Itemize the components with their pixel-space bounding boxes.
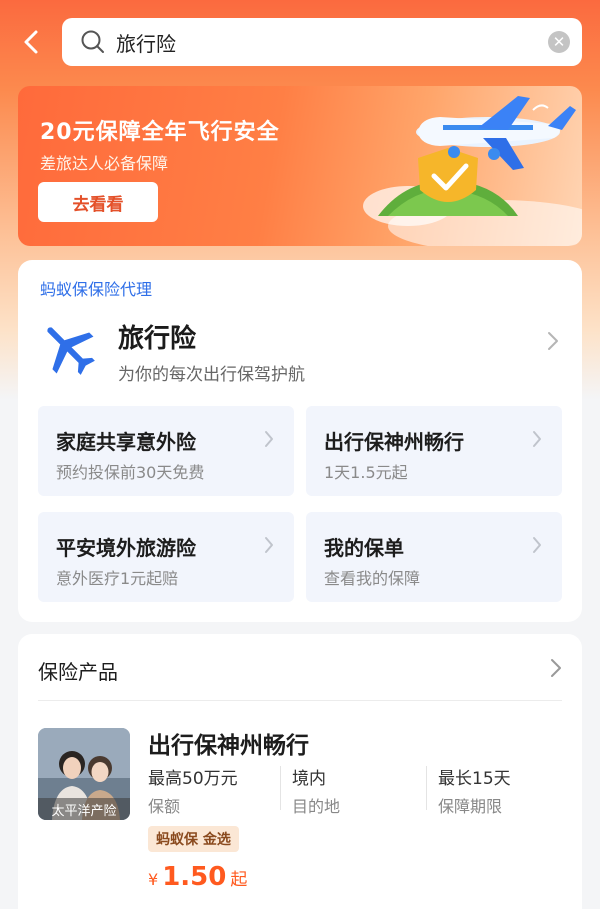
price-currency: ¥: [148, 870, 159, 889]
stat-value: 最高50万元: [148, 769, 238, 789]
airplane-icon: [47, 327, 95, 375]
banner-title: 20元保障全年飞行安全: [40, 120, 280, 145]
product-image[interactable]: 太平洋产险: [38, 728, 130, 820]
product-price: ¥1.50 起: [148, 862, 247, 892]
promo-banner[interactable]: 20元保障全年飞行安全 差旅达人必备保障 去看看: [18, 86, 582, 246]
airplane-shield-illustration: [363, 96, 582, 246]
tile-title: 出行保神州畅行: [324, 430, 464, 454]
products-header[interactable]: 保险产品: [38, 656, 118, 685]
divider: [38, 700, 562, 701]
back-button[interactable]: [14, 24, 50, 60]
stat-coverage: 最高50万元 保额: [148, 764, 238, 817]
tile-subtitle: 预约投保前30天免费: [56, 463, 205, 482]
tile-my-policies[interactable]: 我的保单 查看我的保障: [306, 512, 562, 602]
banner-subtitle: 差旅达人必备保障: [40, 154, 169, 173]
chevron-right-icon[interactable]: [546, 330, 560, 352]
search-input[interactable]: 旅行险 ✕: [62, 18, 582, 66]
stat-divider: [280, 766, 281, 810]
tile-title: 家庭共享意外险: [56, 430, 196, 454]
gold-select-badge: 蚂蚁保 金选: [148, 826, 239, 852]
chevron-right-icon: [533, 537, 541, 553]
tile-subtitle: 1天1.5元起: [324, 463, 408, 482]
stat-period: 最长15天 保障期限: [438, 764, 511, 817]
travel-insurance-card: 蚂蚁保保险代理 旅行险 为你的每次出行保驾护航 家庭共享意外险 预约投保前30天…: [18, 260, 582, 622]
tile-pingan-overseas[interactable]: 平安境外旅游险 意外医疗1元起赔: [38, 512, 294, 602]
product-name[interactable]: 出行保神州畅行: [148, 726, 309, 760]
stat-destination: 境内 目的地: [292, 764, 340, 817]
search-query: 旅行险: [116, 31, 176, 56]
price-amount: 1.50: [162, 862, 227, 892]
chevron-right-icon: [265, 537, 273, 553]
chevron-right-icon: [533, 431, 541, 447]
stat-divider: [426, 766, 427, 810]
clear-icon[interactable]: ✕: [548, 31, 570, 53]
stat-label: 目的地: [292, 797, 341, 816]
tile-title: 我的保单: [324, 536, 404, 560]
travel-title[interactable]: 旅行险: [118, 318, 196, 355]
chevron-left-icon: [24, 30, 38, 54]
tile-shenzhou-travel[interactable]: 出行保神州畅行 1天1.5元起: [306, 406, 562, 496]
travel-subtitle: 为你的每次出行保驾护航: [118, 365, 305, 385]
stat-label: 保障期限: [438, 797, 503, 816]
chevron-right-icon[interactable]: [550, 658, 562, 678]
search-icon: [81, 30, 104, 53]
stat-value: 境内: [292, 769, 326, 789]
top-bar: 旅行险 ✕: [0, 0, 600, 84]
price-unit: 起: [230, 870, 248, 890]
tile-title: 平安境外旅游险: [56, 536, 196, 560]
insurer-tag: 太平洋产险: [38, 798, 130, 820]
tile-family-accident[interactable]: 家庭共享意外险 预约投保前30天免费: [38, 406, 294, 496]
insurance-products-card: 保险产品 太平洋产险 出行保神州畅行 最高50万元 保额 境内 目的地 最长15…: [18, 634, 582, 909]
agent-label: 蚂蚁保保险代理: [40, 280, 153, 299]
tile-subtitle: 意外医疗1元起赔: [56, 569, 179, 588]
tile-subtitle: 查看我的保障: [324, 569, 421, 588]
banner-go-button[interactable]: 去看看: [38, 182, 158, 222]
chevron-right-icon: [265, 431, 273, 447]
stat-value: 最长15天: [438, 769, 511, 789]
stat-label: 保额: [148, 797, 181, 816]
